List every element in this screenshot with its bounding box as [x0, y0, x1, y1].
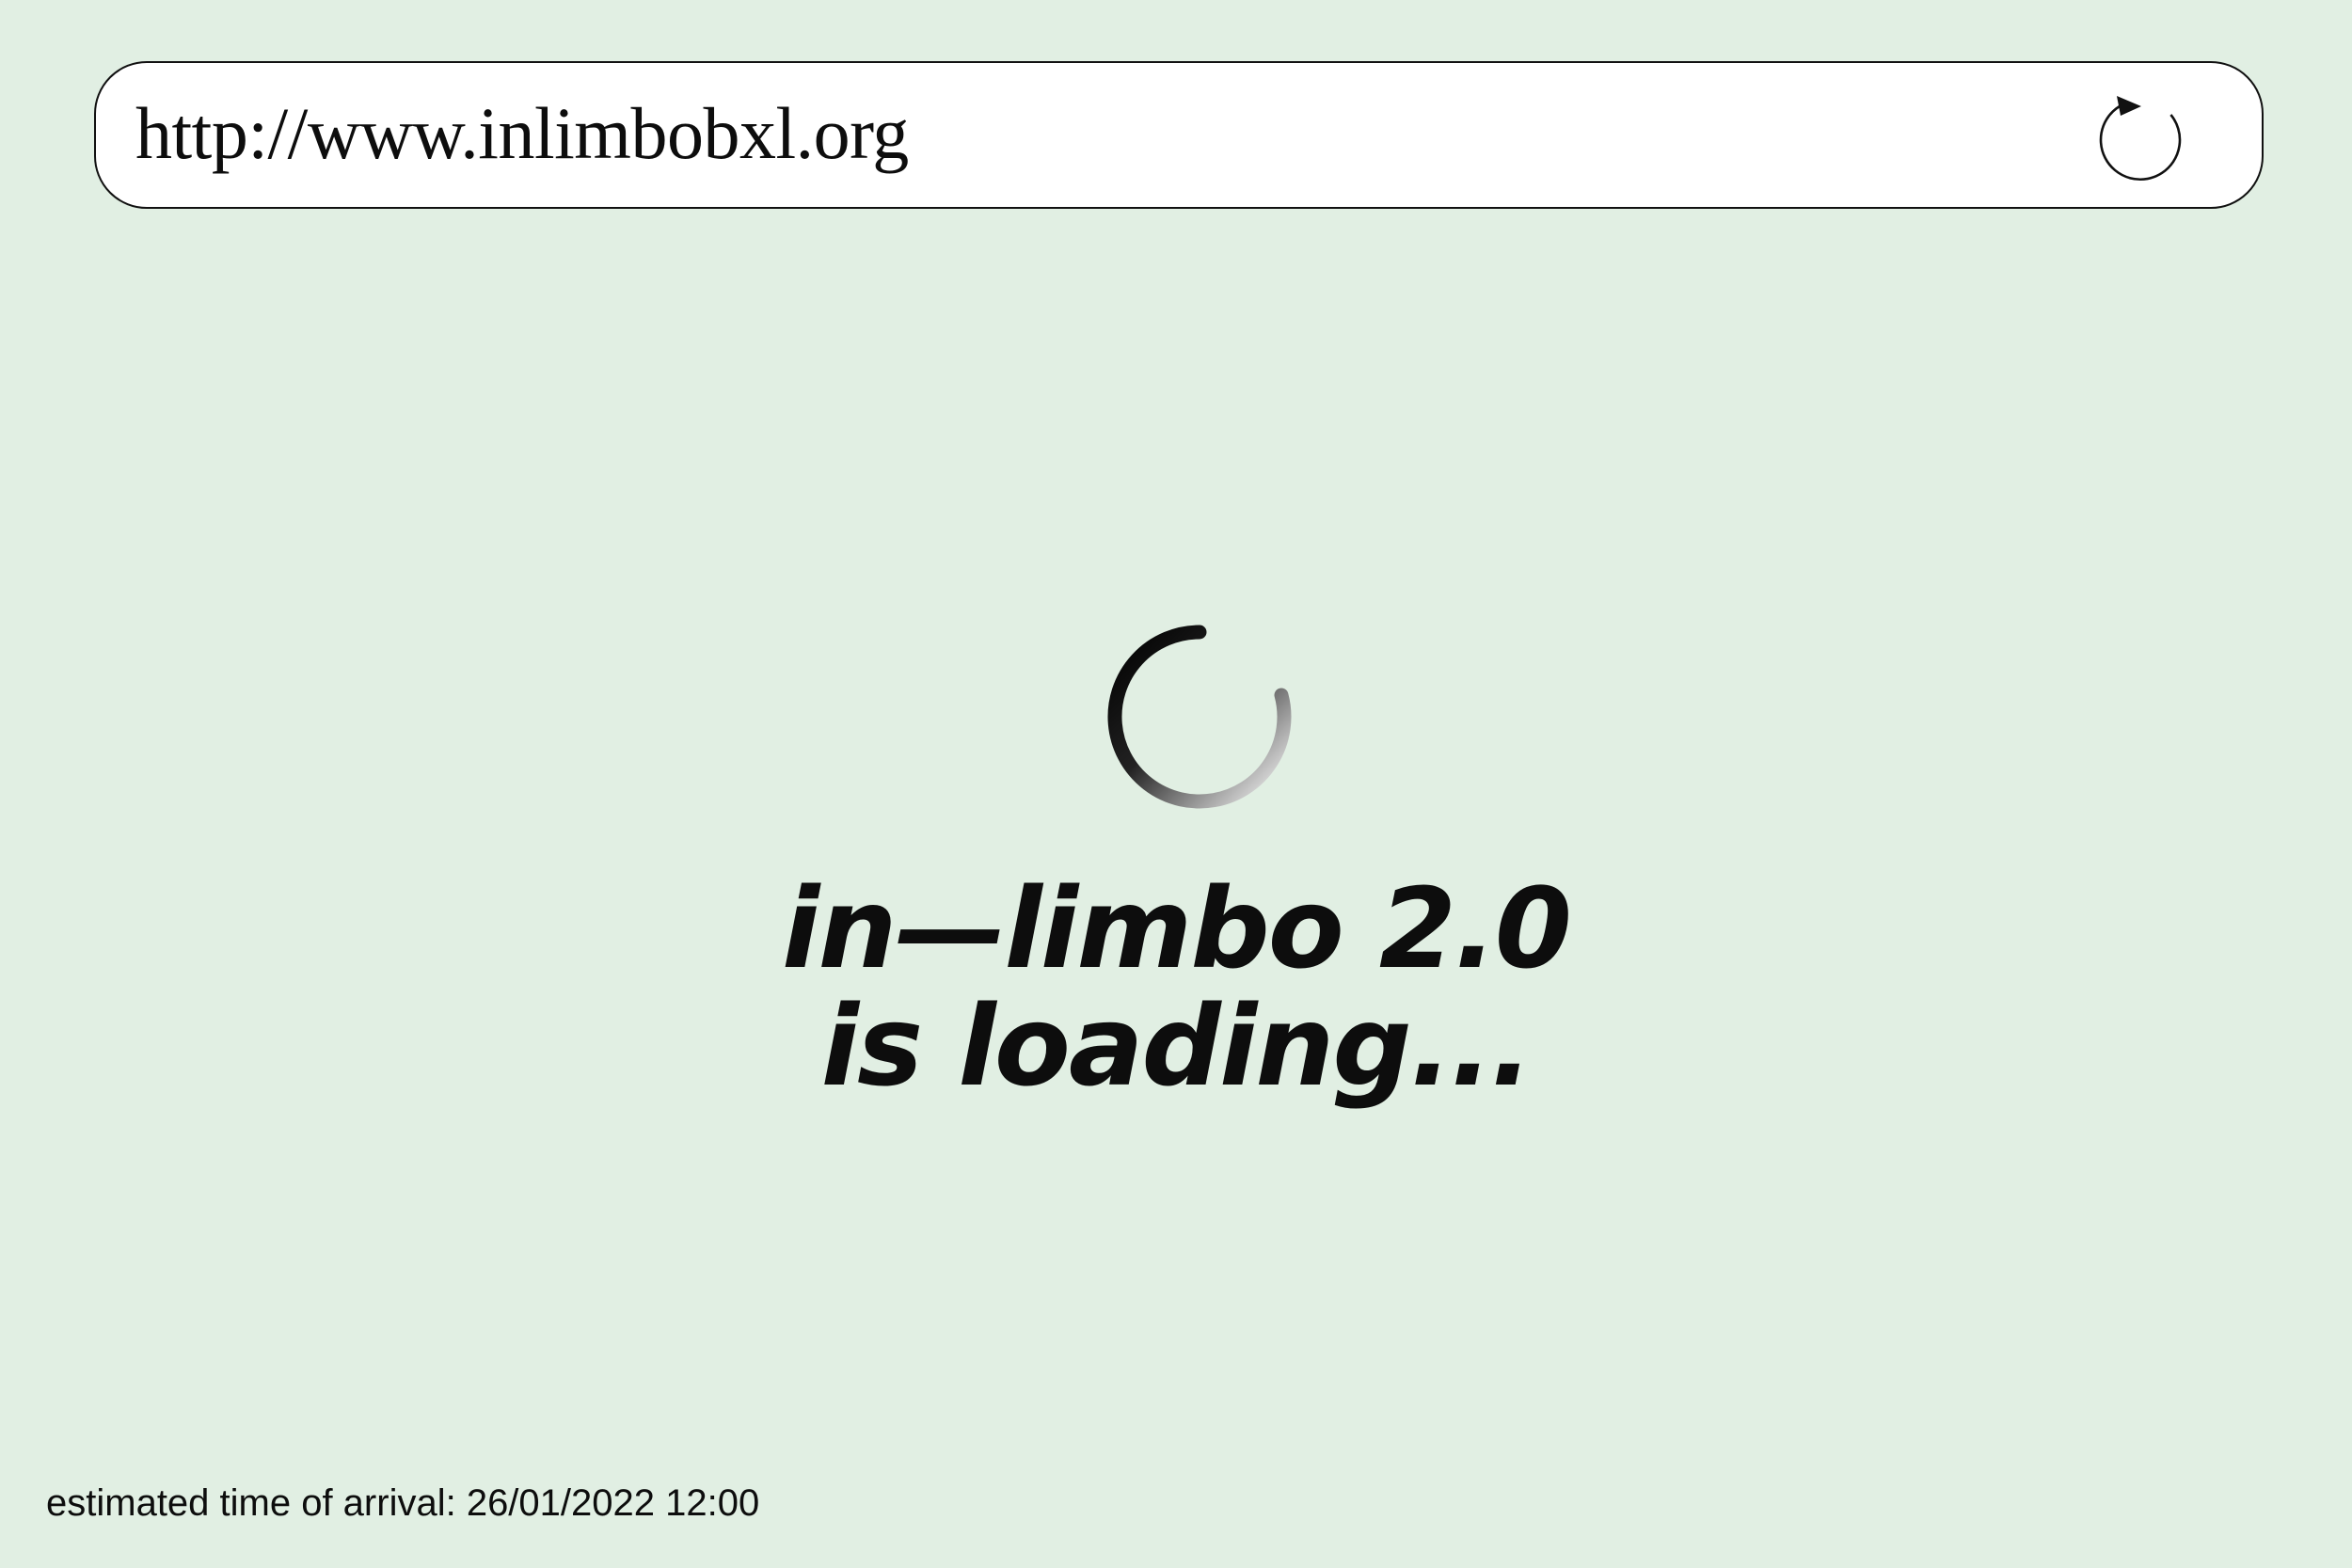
loading-title-line-2: is loading... — [820, 981, 1534, 1111]
eta-text: estimated time of arrival: 26/01/2022 12… — [46, 1482, 760, 1524]
reload-icon — [2099, 96, 2182, 182]
address-bar[interactable]: http://www.inlimbobxl.org — [94, 61, 2264, 209]
url-text[interactable]: http://www.inlimbobxl.org — [135, 89, 909, 178]
reload-button[interactable] — [2090, 82, 2194, 185]
loading-spinner-icon — [1098, 615, 1301, 818]
loading-title-line-1: in—limbo 2.0 — [782, 863, 1572, 993]
